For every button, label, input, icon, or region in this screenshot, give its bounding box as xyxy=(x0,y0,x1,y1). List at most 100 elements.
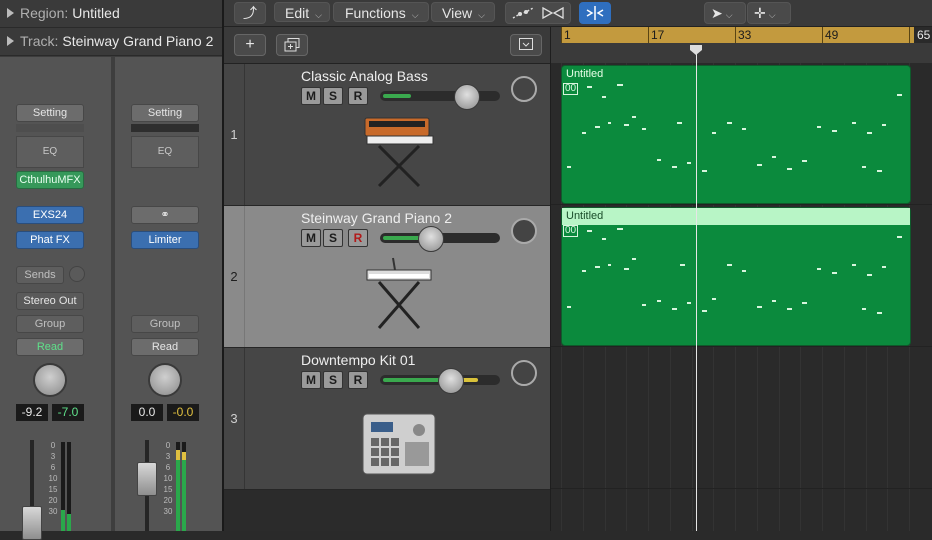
strip2-setting-button[interactable]: Setting xyxy=(131,104,199,122)
ruler-mark-17: 17 xyxy=(651,28,665,42)
analog-synth-icon xyxy=(364,117,434,188)
mute-button[interactable]: M xyxy=(301,87,321,105)
strip1-midi-fx-slot[interactable]: CthulhuMFX xyxy=(16,171,84,189)
track-name: Classic Analog Bass xyxy=(301,68,428,84)
ruler-mark-49: 49 xyxy=(825,28,839,42)
strip1-effect-slot[interactable]: Phat FX xyxy=(16,231,84,249)
add-track-button[interactable]: + xyxy=(234,34,266,56)
inspector-panel: Region: Untitled Track: Steinway Grand Pia… xyxy=(0,0,222,540)
strip1-eq-display[interactable]: EQ xyxy=(16,136,84,168)
drum-machine-icon xyxy=(362,413,436,475)
region-inspector-header[interactable]: Region: Untitled xyxy=(0,0,222,28)
region-marker: 00 xyxy=(563,83,579,95)
midi-region-selected[interactable]: Untitled 00 xyxy=(561,207,911,346)
strip2-group-slot[interactable]: Group xyxy=(131,315,199,333)
strip2-fader-scale: 0 3 6 10 15 20 30 xyxy=(163,441,173,516)
pan-knob[interactable] xyxy=(511,218,537,244)
strip2-eq-display[interactable]: EQ xyxy=(131,136,199,168)
functions-menu[interactable]: Functions ⌵ xyxy=(333,2,429,22)
ruler-mark-1: 1 xyxy=(564,28,571,42)
strip2-pan-knob[interactable] xyxy=(148,363,182,397)
strip1-instrument-slot[interactable]: EXS24 xyxy=(16,206,84,224)
marquee-tool-icon: ✛ xyxy=(754,5,766,21)
track-header-toolbar: + xyxy=(224,27,550,64)
record-enable-button[interactable]: R xyxy=(348,87,368,105)
flex-icon[interactable] xyxy=(542,6,564,20)
midi-region[interactable]: Untitled 00 xyxy=(561,65,911,204)
region-marker: 00 xyxy=(563,225,579,237)
edit-menu-label: Edit xyxy=(285,5,310,21)
track-level-meter xyxy=(383,94,411,98)
collapse-button[interactable] xyxy=(510,34,542,56)
duplicate-track-icon xyxy=(284,38,300,52)
pan-knob[interactable] xyxy=(511,76,537,102)
strip1-meter-fill-right xyxy=(67,514,71,531)
strip2-peak-value: -0.0 xyxy=(167,404,199,421)
strip2-gain-reduction xyxy=(131,124,199,132)
strip1-volume-fader[interactable] xyxy=(22,506,42,540)
track-number: 1 xyxy=(230,127,238,142)
volume-knob[interactable] xyxy=(454,84,480,110)
track-header-selected[interactable]: 2 Steinway Grand Piano 2 M S R xyxy=(224,206,550,348)
view-menu-label: View xyxy=(442,5,473,21)
strip1-gain-reduction xyxy=(16,124,84,132)
disclosure-triangle-icon[interactable] xyxy=(7,8,14,18)
track-label: Track: xyxy=(20,33,59,49)
pointer-tool-icon: ➤ xyxy=(711,5,723,21)
catch-playhead-icon xyxy=(586,6,604,20)
strip2-volume-fader[interactable] xyxy=(137,462,157,496)
solo-button[interactable]: S xyxy=(323,229,343,247)
track-header[interactable]: 1 Classic Analog Bass M S R xyxy=(224,64,550,206)
strip2-meter-fill-right xyxy=(182,452,186,531)
send-knob-icon[interactable] xyxy=(69,266,85,282)
catch-playhead-button[interactable] xyxy=(579,2,611,24)
strip1-setting-button[interactable]: Setting xyxy=(16,104,84,122)
strip1-group-slot[interactable]: Group xyxy=(16,315,84,333)
playhead[interactable] xyxy=(696,45,697,531)
track-volume-slider[interactable] xyxy=(380,91,500,101)
strip1-sends-slot[interactable]: Sends xyxy=(16,266,64,284)
record-enable-button[interactable]: R xyxy=(348,229,368,247)
edit-menu[interactable]: Edit ⌵ xyxy=(274,2,330,22)
track-number: 3 xyxy=(230,411,238,426)
pan-knob[interactable] xyxy=(511,360,537,386)
duplicate-track-button[interactable] xyxy=(276,34,308,56)
track-name: Downtempo Kit 01 xyxy=(301,352,416,368)
volume-knob[interactable] xyxy=(418,226,444,252)
chevron-down-icon: ⌵ xyxy=(725,10,733,20)
back-button[interactable]: ⤴ xyxy=(234,2,266,24)
mute-button[interactable]: M xyxy=(301,229,321,247)
region-name: Untitled xyxy=(566,68,604,80)
ruler-lower xyxy=(561,43,932,63)
track-inspector-header[interactable]: Track: Steinway Grand Piano 2 xyxy=(0,28,222,56)
track-header[interactable]: 3 Downtempo Kit 01 M S R xyxy=(224,348,550,490)
strip1-automation-mode[interactable]: Read xyxy=(16,338,84,356)
mute-button[interactable]: M xyxy=(301,371,321,389)
region-label: Region: xyxy=(20,5,69,21)
empty-track-area[interactable] xyxy=(224,490,550,531)
secondary-tool-menu[interactable]: ✛ ⌵ xyxy=(747,2,791,24)
region-name: Untitled xyxy=(562,208,910,225)
strip1-pan-knob[interactable] xyxy=(33,363,67,397)
strip2-link-button[interactable]: ⚭ xyxy=(131,206,199,224)
solo-button[interactable]: S xyxy=(323,371,343,389)
strip2-effect-slot[interactable]: Limiter xyxy=(131,231,199,249)
pointer-tool-menu[interactable]: ➤ ⌵ xyxy=(704,2,746,24)
record-enable-button[interactable]: R xyxy=(348,371,368,389)
collapse-icon xyxy=(519,38,533,50)
ruler-mark-65: 65 xyxy=(914,27,932,43)
ruler-mark-33: 33 xyxy=(738,28,752,42)
automation-curve-icon[interactable] xyxy=(512,6,534,20)
strip1-output-slot[interactable]: Stereo Out xyxy=(16,292,84,310)
strip2-automation-mode[interactable]: Read xyxy=(131,338,199,356)
strip1-meter-fill xyxy=(61,510,65,531)
strip1-fader-scale: 0 3 6 10 15 20 30 xyxy=(48,441,58,516)
bar-ruler[interactable]: 1 17 33 49 65 xyxy=(561,27,932,43)
solo-button[interactable]: S xyxy=(323,87,343,105)
tracks-toolbar: ⤴ Edit ⌵ Functions ⌵ View ⌵ ➤ ⌵ ✛ ⌵ xyxy=(224,0,932,27)
track-name: Steinway Grand Piano 2 xyxy=(301,210,452,226)
disclosure-triangle-icon[interactable] xyxy=(7,36,14,46)
strip2-volume-value: 0.0 xyxy=(131,404,163,421)
view-menu[interactable]: View ⌵ xyxy=(431,2,495,22)
volume-knob[interactable] xyxy=(438,368,464,394)
